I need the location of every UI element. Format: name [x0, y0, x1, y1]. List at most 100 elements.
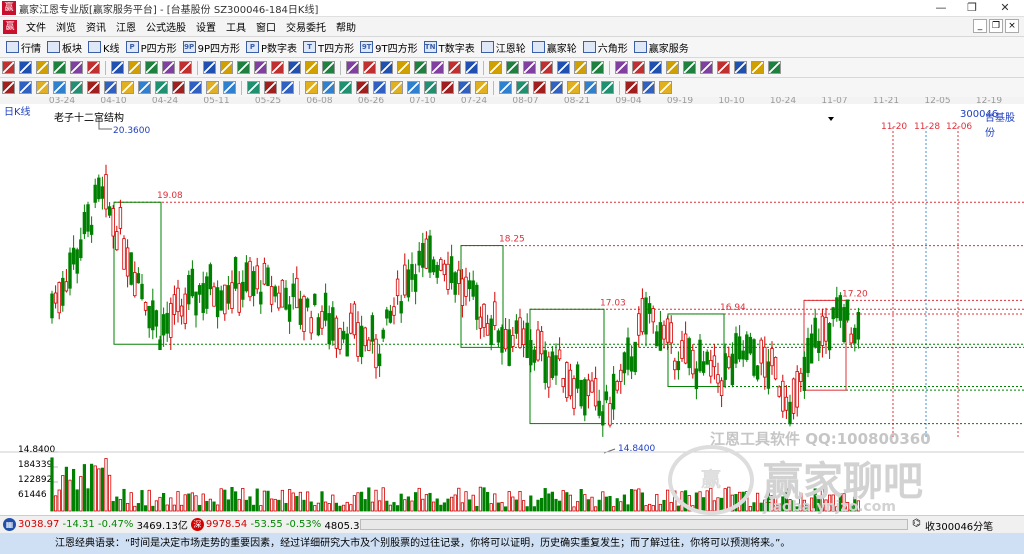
tb3-tool-icon[interactable] — [407, 81, 420, 94]
tb2-tool-icon[interactable] — [145, 61, 158, 74]
tb2-tool-icon[interactable] — [591, 61, 604, 74]
tb3-tool-icon[interactable] — [281, 81, 294, 94]
tb2-tool-icon[interactable] — [768, 61, 781, 74]
toolbar-button-12[interactable]: 赢家服务 — [633, 40, 689, 55]
tb3-tool-icon[interactable] — [601, 81, 614, 94]
tb3-tool-icon[interactable] — [2, 81, 15, 94]
menu-gann[interactable]: 江恩 — [111, 19, 141, 34]
tb2-tool-icon[interactable] — [666, 61, 679, 74]
sz-index-value[interactable]: 9978.54 — [206, 519, 247, 530]
tb3-tool-icon[interactable] — [155, 81, 168, 94]
tb3-tool-icon[interactable] — [36, 81, 49, 94]
tb2-tool-icon[interactable] — [322, 61, 335, 74]
mdi-close-button[interactable]: × — [1005, 19, 1019, 33]
tb2-tool-icon[interactable] — [574, 61, 587, 74]
tb3-tool-icon[interactable] — [189, 81, 202, 94]
tb2-tool-icon[interactable] — [523, 61, 536, 74]
toolbar-button-10[interactable]: 赢家轮 — [531, 40, 577, 55]
toolbar-button-9[interactable]: 江恩轮 — [480, 40, 526, 55]
tb3-tool-icon[interactable] — [516, 81, 529, 94]
close-button[interactable]: ✕ — [988, 0, 1022, 17]
toolbar-button-6[interactable]: T T四方形 — [303, 40, 354, 55]
menu-file[interactable]: 文件 — [21, 19, 51, 34]
tb2-tool-icon[interactable] — [734, 61, 747, 74]
tb3-tool-icon[interactable] — [70, 81, 83, 94]
tb3-tool-icon[interactable] — [373, 81, 386, 94]
tb2-tool-icon[interactable] — [717, 61, 730, 74]
tb3-tool-icon[interactable] — [475, 81, 488, 94]
tb3-tool-icon[interactable] — [659, 81, 672, 94]
menu-help[interactable]: 帮助 — [331, 19, 361, 34]
toolbar-button-0[interactable]: 行情 — [6, 40, 41, 55]
tb2-tool-icon[interactable] — [506, 61, 519, 74]
mdi-restore-button[interactable]: ❐ — [989, 19, 1003, 33]
menu-tools[interactable]: 工具 — [221, 19, 251, 34]
tb2-tool-icon[interactable] — [288, 61, 301, 74]
toolbar-button-3[interactable]: P P四方形 — [125, 40, 177, 55]
tb2-tool-icon[interactable] — [162, 61, 175, 74]
tb2-tool-icon[interactable] — [53, 61, 66, 74]
horizontal-scrollbar[interactable] — [360, 519, 908, 530]
menu-settings[interactable]: 设置 — [191, 19, 221, 34]
tb3-tool-icon[interactable] — [87, 81, 100, 94]
tb2-tool-icon[interactable] — [203, 61, 216, 74]
tb2-tool-icon[interactable] — [70, 61, 83, 74]
toolbar-button-4[interactable]: 9P 9P四方形 — [182, 40, 240, 55]
menu-info[interactable]: 资讯 — [81, 19, 111, 34]
tb2-tool-icon[interactable] — [683, 61, 696, 74]
tb3-tool-icon[interactable] — [138, 81, 151, 94]
tb2-tool-icon[interactable] — [87, 61, 100, 74]
sh-index-value[interactable]: 3038.97 — [18, 519, 59, 530]
tb3-tool-icon[interactable] — [172, 81, 185, 94]
toolbar-button-11[interactable]: 六角形 — [582, 40, 628, 55]
tb2-tool-icon[interactable] — [632, 61, 645, 74]
tb2-tool-icon[interactable] — [271, 61, 284, 74]
tb2-tool-icon[interactable] — [615, 61, 628, 74]
toolbar-button-8[interactable]: TN T数字表 — [423, 40, 475, 55]
tb2-tool-icon[interactable] — [220, 61, 233, 74]
kline-chart[interactable]: 03-24 04-10 04-24 05-11 05-25 06-08 06-26 07-10… — [0, 97, 1024, 515]
tb2-tool-icon[interactable] — [179, 61, 192, 74]
tb3-tool-icon[interactable] — [356, 81, 369, 94]
tb3-tool-icon[interactable] — [390, 81, 403, 94]
tb3-tool-icon[interactable] — [550, 81, 563, 94]
tb3-tool-icon[interactable] — [499, 81, 512, 94]
tb2-tool-icon[interactable] — [700, 61, 713, 74]
toolbar-button-5[interactable]: P P数字表 — [246, 40, 297, 55]
tb3-tool-icon[interactable] — [247, 81, 260, 94]
toolbar-button-1[interactable]: 板块 — [47, 40, 82, 55]
tb3-tool-icon[interactable] — [441, 81, 454, 94]
tb3-tool-icon[interactable] — [19, 81, 32, 94]
menu-trade[interactable]: 交易委托 — [281, 19, 331, 34]
minimize-button[interactable]: — — [924, 0, 958, 17]
tb2-tool-icon[interactable] — [751, 61, 764, 74]
tb2-tool-icon[interactable] — [363, 61, 376, 74]
tb3-tool-icon[interactable] — [339, 81, 352, 94]
tb2-tool-icon[interactable] — [557, 61, 570, 74]
tb3-tool-icon[interactable] — [625, 81, 638, 94]
tb3-tool-icon[interactable] — [121, 81, 134, 94]
tb2-tool-icon[interactable] — [128, 61, 141, 74]
menu-browse[interactable]: 浏览 — [51, 19, 81, 34]
tb3-tool-icon[interactable] — [424, 81, 437, 94]
tb2-tool-icon[interactable] — [2, 61, 15, 74]
tb3-tool-icon[interactable] — [322, 81, 335, 94]
tb3-tool-icon[interactable] — [53, 81, 66, 94]
tb3-tool-icon[interactable] — [567, 81, 580, 94]
tb2-tool-icon[interactable] — [465, 61, 478, 74]
tb2-tool-icon[interactable] — [431, 61, 444, 74]
tb3-tool-icon[interactable] — [305, 81, 318, 94]
menu-formula[interactable]: 公式选股 — [141, 19, 191, 34]
pin-icon[interactable]: ⌬ — [912, 518, 921, 529]
tb2-tool-icon[interactable] — [254, 61, 267, 74]
tb3-tool-icon[interactable] — [642, 81, 655, 94]
tb3-tool-icon[interactable] — [458, 81, 471, 94]
tb2-tool-icon[interactable] — [414, 61, 427, 74]
tb2-tool-icon[interactable] — [19, 61, 32, 74]
tb2-tool-icon[interactable] — [489, 61, 502, 74]
tb2-tool-icon[interactable] — [649, 61, 662, 74]
tb2-tool-icon[interactable] — [448, 61, 461, 74]
tb2-tool-icon[interactable] — [111, 61, 124, 74]
tb3-tool-icon[interactable] — [533, 81, 546, 94]
tb2-tool-icon[interactable] — [305, 61, 318, 74]
